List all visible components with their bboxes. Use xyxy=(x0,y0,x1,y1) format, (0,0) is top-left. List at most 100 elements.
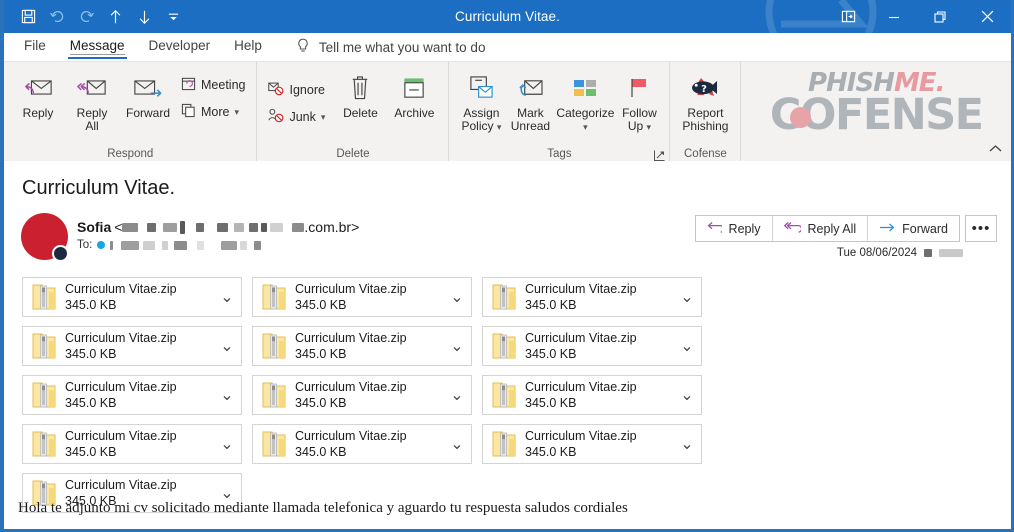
report-phishing-fish-icon: ? xyxy=(687,72,723,104)
collapse-ribbon-button[interactable] xyxy=(989,140,1002,158)
tab-file[interactable]: File xyxy=(12,33,58,61)
attachment-item[interactable]: Curriculum Vitae.zip 345.0 KB ⌄ xyxy=(252,375,472,415)
delete-small-buttons: Ignore Junk ▾ xyxy=(264,68,329,127)
attachment-size: 345.0 KB xyxy=(65,396,116,410)
chevron-down-icon[interactable]: ⌄ xyxy=(217,336,237,356)
chevron-down-icon[interactable]: ⌄ xyxy=(217,434,237,454)
chevron-down-icon[interactable]: ⌄ xyxy=(677,434,697,454)
tab-developer[interactable]: Developer xyxy=(137,33,223,61)
chevron-down-icon[interactable]: ⌄ xyxy=(677,287,697,307)
chevron-down-icon[interactable]: ⌄ xyxy=(447,336,467,356)
minimize-icon[interactable] xyxy=(871,0,917,33)
chevron-down-icon[interactable]: ⌄ xyxy=(447,434,467,454)
restore-icon[interactable] xyxy=(917,0,963,33)
meeting-label: Meeting xyxy=(201,78,245,92)
attachment-item[interactable]: Curriculum Vitae.zip 345.0 KB ⌄ xyxy=(482,424,702,464)
attachment-name: Curriculum Vitae.zip xyxy=(295,282,407,296)
junk-label: Junk xyxy=(289,110,315,124)
forward-action-button[interactable]: Forward xyxy=(868,216,959,241)
tab-developer-label: Developer xyxy=(149,38,211,53)
respond-small-buttons: Meeting More ▾ xyxy=(177,68,249,122)
attachment-item[interactable]: Curriculum Vitae.zip 345.0 KB ⌄ xyxy=(482,375,702,415)
attachment-size: 345.0 KB xyxy=(65,445,116,459)
follow-up-button[interactable]: Follow Up ▾ xyxy=(616,68,662,134)
tell-me-search[interactable]: Tell me what you want to do xyxy=(296,38,486,57)
archive-button[interactable]: Archive xyxy=(387,68,441,120)
report-phishing-button[interactable]: ? Report Phishing xyxy=(677,68,733,133)
attachment-item[interactable]: Curriculum Vitae.zip 345.0 KB ⌄ xyxy=(22,375,242,415)
previous-item-icon[interactable] xyxy=(101,4,129,30)
message-body: Hola te adjunto mi cv solicitado mediant… xyxy=(4,500,1011,529)
mark-unread-button[interactable]: Mark Unread xyxy=(506,68,554,133)
attachment-item[interactable]: Curriculum Vitae.zip 345.0 KB ⌄ xyxy=(22,277,242,317)
attachment-item[interactable]: Curriculum Vitae.zip 345.0 KB ⌄ xyxy=(252,424,472,464)
recipient-line[interactable]: To: xyxy=(77,239,695,251)
message-actions: Reply Reply All xyxy=(695,213,997,259)
zip-file-icon xyxy=(261,380,287,410)
attachment-name: Curriculum Vitae.zip xyxy=(295,331,407,345)
customize-qat-icon[interactable] xyxy=(159,4,187,30)
ribbon-group-respond-label: Respond xyxy=(4,148,256,160)
ribbon-group-respond: Reply Reply All xyxy=(4,62,257,161)
forward-action-label: Forward xyxy=(902,222,948,236)
chevron-down-icon[interactable]: ⌄ xyxy=(677,385,697,405)
ignore-button[interactable]: Ignore xyxy=(264,80,329,100)
chevron-down-icon: ▾ xyxy=(497,122,502,132)
avatar[interactable] xyxy=(21,213,77,265)
more-respond-icon xyxy=(181,103,196,121)
chevron-down-icon[interactable]: ⌄ xyxy=(447,385,467,405)
zip-file-icon xyxy=(261,429,287,459)
attachment-size: 345.0 KB xyxy=(525,347,576,361)
attachment-size: 345.0 KB xyxy=(295,445,346,459)
attachment-item[interactable]: Curriculum Vitae.zip 345.0 KB ⌄ xyxy=(482,326,702,366)
meeting-button[interactable]: Meeting xyxy=(177,75,249,95)
next-item-icon[interactable] xyxy=(130,4,158,30)
chevron-down-icon[interactable]: ⌄ xyxy=(447,287,467,307)
attachment-item[interactable]: Curriculum Vitae.zip 345.0 KB ⌄ xyxy=(252,326,472,366)
more-button[interactable]: More ▾ xyxy=(177,102,249,122)
forward-icon xyxy=(133,72,163,104)
from-line[interactable]: Sofia < .com.br xyxy=(77,219,695,235)
assign-policy-button[interactable]: Assign Policy ▾ xyxy=(456,68,506,134)
email-open-bracket: < xyxy=(114,219,122,235)
attachment-item[interactable]: Curriculum Vitae.zip 345.0 KB ⌄ xyxy=(22,424,242,464)
forward-button[interactable]: Forward xyxy=(119,68,177,120)
close-icon[interactable] xyxy=(963,0,1011,33)
message-header: Sofia < .com.br xyxy=(4,200,1011,265)
zip-file-icon xyxy=(31,380,57,410)
chevron-down-icon[interactable]: ⌄ xyxy=(677,336,697,356)
attachment-size: 345.0 KB xyxy=(295,396,346,410)
reply-action-button[interactable]: Reply xyxy=(696,216,773,241)
tab-message[interactable]: Message xyxy=(58,33,137,61)
tags-dialog-launcher[interactable] xyxy=(654,148,665,159)
reply-all-label2: All xyxy=(85,120,98,133)
reply-all-button[interactable]: Reply All xyxy=(65,68,119,133)
more-actions-button[interactable]: ••• xyxy=(965,215,997,242)
junk-button[interactable]: Junk ▾ xyxy=(264,107,329,127)
reply-button[interactable]: Reply xyxy=(11,68,65,120)
logo-dot xyxy=(790,107,811,128)
attachment-item[interactable]: Curriculum Vitae.zip 345.0 KB ⌄ xyxy=(22,326,242,366)
redo-icon[interactable] xyxy=(72,4,100,30)
zip-file-icon xyxy=(31,331,57,361)
reply-icon xyxy=(707,221,722,237)
chevron-down-icon[interactable]: ⌄ xyxy=(217,287,237,307)
save-icon[interactable] xyxy=(14,4,42,30)
categorize-label: Categorize xyxy=(556,107,614,120)
tell-me-label: Tell me what you want to do xyxy=(319,40,486,55)
sender-info: Sofia < .com.br xyxy=(77,213,695,251)
attachment-item[interactable]: Curriculum Vitae.zip 345.0 KB ⌄ xyxy=(252,277,472,317)
to-label: To: xyxy=(77,239,92,251)
ribbon: Reply Reply All xyxy=(4,61,1011,161)
delete-button[interactable]: Delete xyxy=(333,68,387,120)
mark-unread-label2: Unread xyxy=(511,120,550,133)
quick-access-toolbar xyxy=(4,4,187,30)
undo-icon[interactable] xyxy=(43,4,71,30)
categorize-button[interactable]: Categorize ▾ xyxy=(554,68,616,134)
reply-all-action-button[interactable]: Reply All xyxy=(773,216,869,241)
attachment-item[interactable]: Curriculum Vitae.zip 345.0 KB ⌄ xyxy=(482,277,702,317)
tab-help[interactable]: Help xyxy=(222,33,274,61)
touch-mode-icon[interactable] xyxy=(825,0,871,33)
chevron-down-icon[interactable]: ⌄ xyxy=(217,385,237,405)
ribbon-group-tags: Assign Policy ▾ Mark Unread xyxy=(449,62,670,161)
